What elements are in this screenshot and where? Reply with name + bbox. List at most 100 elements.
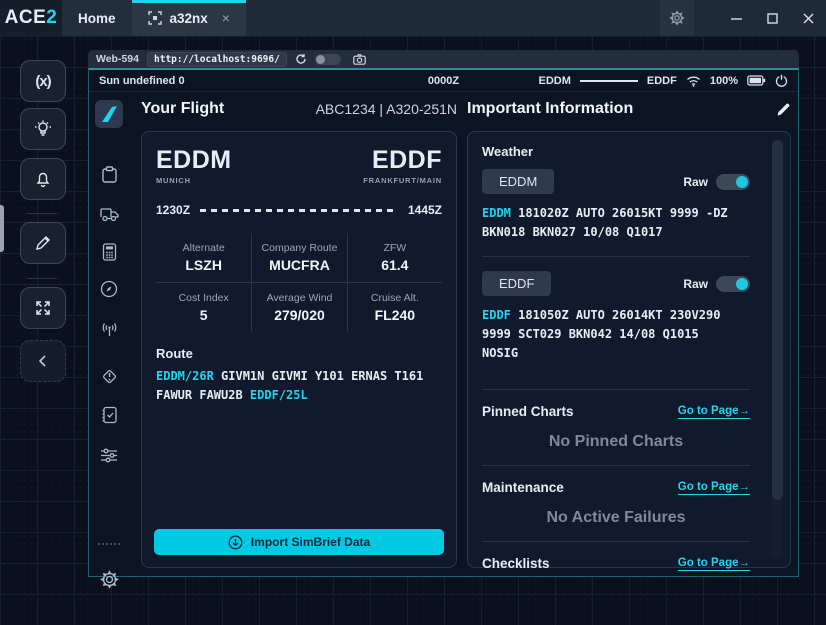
devtools-toggle[interactable]	[315, 54, 341, 65]
edit-button[interactable]	[20, 222, 66, 264]
import-simbrief-button[interactable]: Import SimBrief Data	[154, 529, 444, 555]
stat-company-route: Company Route MUCFRA	[251, 233, 346, 282]
pinned-charts-section: Pinned Charts Go to Page→	[482, 404, 750, 419]
efb-app: Sun undefined 0 0000Z EDDM EDDF 100%	[88, 68, 799, 577]
departure-time: 1230Z	[156, 203, 190, 217]
origin-icao: EDDM	[156, 146, 232, 175]
download-icon	[228, 535, 243, 550]
divider	[482, 465, 750, 466]
tab-close-icon[interactable]: ×	[222, 10, 230, 26]
notifications-button[interactable]	[20, 158, 66, 200]
tab-home[interactable]: Home	[62, 0, 132, 36]
efb-dispatch-tab[interactable]	[98, 164, 120, 186]
efb-checklists-tab[interactable]	[98, 404, 120, 426]
no-pinned-charts-text: No Pinned Charts	[482, 433, 750, 451]
origin-city: MUNICH	[156, 176, 232, 185]
efb-ground-tab[interactable]	[98, 203, 120, 225]
no-active-failures-text: No Active Failures	[482, 509, 750, 527]
flight-card: EDDM MUNICH EDDF FRANKFURT/MAIN 1230Z 14…	[141, 131, 457, 568]
divider	[482, 389, 750, 390]
power-icon[interactable]	[775, 74, 788, 87]
maintenance-link[interactable]: Go to Page→	[678, 481, 750, 495]
bell-icon	[33, 169, 53, 189]
checklists-section: Checklists Go to Page→	[482, 556, 750, 571]
your-flight-panel: Your Flight ABC1234 | A320-251N EDDM MUN…	[141, 98, 457, 568]
tab-a32nx[interactable]: a32nx ×	[132, 0, 246, 36]
destination-city: FRANKFURT/MAIN	[363, 176, 442, 185]
status-from: EDDM	[539, 75, 571, 87]
airline-logo-icon	[100, 106, 118, 122]
lights-button[interactable]	[20, 108, 66, 150]
variables-button[interactable]: (x)	[20, 60, 66, 102]
aircraft-select-icon	[148, 11, 162, 25]
flight-dash-line	[200, 209, 398, 212]
chevron-left-icon	[36, 354, 50, 368]
sidebar-divider	[27, 278, 57, 279]
stat-cruise-alt: Cruise Alt. FL240	[347, 282, 442, 332]
toggle-knob	[316, 55, 325, 64]
maximize-button[interactable]	[754, 0, 790, 36]
flight-number: ABC1234 | A320-251N	[316, 101, 457, 117]
efb-sidebar-divider	[98, 543, 120, 545]
station-chip-eddf[interactable]: EDDF	[482, 271, 551, 296]
important-info-card: Weather EDDM Raw EDDM 181020Z AUTO 26015…	[467, 131, 791, 568]
raw-toggle-eddf[interactable]	[716, 276, 750, 292]
info-scrollbar[interactable]	[772, 140, 783, 559]
efb-sidebar	[89, 92, 129, 576]
calculator-icon	[102, 243, 117, 261]
checklists-link[interactable]: Go to Page→	[678, 557, 750, 571]
pinned-charts-link[interactable]: Go to Page→	[678, 405, 750, 419]
close-button[interactable]	[790, 0, 826, 36]
scrollbar-thumb[interactable]	[772, 140, 783, 500]
minimize-button[interactable]	[718, 0, 754, 36]
logo-accent: 2	[46, 7, 57, 29]
destination-icao: EDDF	[363, 146, 442, 175]
arrival-time: 1445Z	[408, 203, 442, 217]
efb-failures-tab[interactable]	[98, 365, 120, 387]
destination-airport: EDDF FRANKFURT/MAIN	[363, 146, 442, 185]
status-clock: 0000Z	[428, 75, 459, 87]
battery-percent: 100%	[710, 75, 738, 87]
screenshot-camera-icon[interactable]	[353, 54, 366, 65]
weather-station-row: EDDM Raw	[482, 169, 750, 194]
pinned-charts-title: Pinned Charts	[482, 404, 574, 419]
stat-zfw: ZFW 61.4	[347, 233, 442, 282]
route-departure: EDDM/26R	[156, 369, 214, 383]
workspace: (x) Web-594 http://localhost:9696/	[0, 36, 826, 625]
raw-toggle-eddm[interactable]	[716, 174, 750, 190]
important-info-panel: Important Information Weather EDDM Raw	[467, 98, 791, 568]
sliders-icon	[100, 447, 118, 464]
efb-presets-tab[interactable]	[98, 444, 120, 466]
settings-gear-icon[interactable]	[660, 0, 694, 36]
efb-dashboard-tab-active[interactable]	[95, 100, 123, 128]
browser-window-label: Web-594	[96, 53, 139, 65]
wifi-icon	[686, 75, 701, 87]
url-field[interactable]: http://localhost:9696/	[147, 52, 287, 67]
station-chip-eddm[interactable]: EDDM	[482, 169, 554, 194]
efb-navigation-tab[interactable]	[98, 278, 120, 300]
route-string: EDDM/26R GIVM1N GIVMI Y101 ERNAS T161 FA…	[156, 367, 442, 405]
import-simbrief-label: Import SimBrief Data	[251, 535, 370, 549]
window-controls	[660, 0, 826, 36]
fullscreen-button[interactable]	[20, 287, 66, 329]
status-date: Sun undefined 0	[99, 75, 185, 87]
efb-atc-tab[interactable]	[98, 317, 120, 339]
pencil-icon	[34, 234, 52, 252]
efb-performance-tab[interactable]	[98, 241, 120, 263]
raw-label: Raw	[683, 175, 708, 189]
metar-eddm: EDDM 181020Z AUTO 26015KT 9999 -DZ BKN01…	[482, 204, 742, 242]
checklists-title: Checklists	[482, 556, 550, 571]
flight-stats: Alternate LSZH Company Route MUCFRA ZFW …	[156, 233, 442, 332]
edit-info-pencil-icon[interactable]	[776, 102, 791, 117]
app-logo: ACE2	[0, 0, 62, 36]
efb-settings-tab[interactable]	[98, 568, 120, 590]
clipboard-icon	[101, 166, 118, 184]
tab-a32nx-label: a32nx	[170, 11, 208, 26]
drawer-handle[interactable]	[0, 205, 4, 252]
your-flight-title: Your Flight	[141, 100, 224, 118]
collapse-sidebar-button[interactable]	[20, 340, 66, 382]
weather-label: Weather	[482, 144, 750, 159]
important-info-title: Important Information	[467, 100, 633, 118]
stat-average-wind: Average Wind 279/020	[251, 282, 346, 332]
refresh-icon[interactable]	[295, 53, 307, 65]
